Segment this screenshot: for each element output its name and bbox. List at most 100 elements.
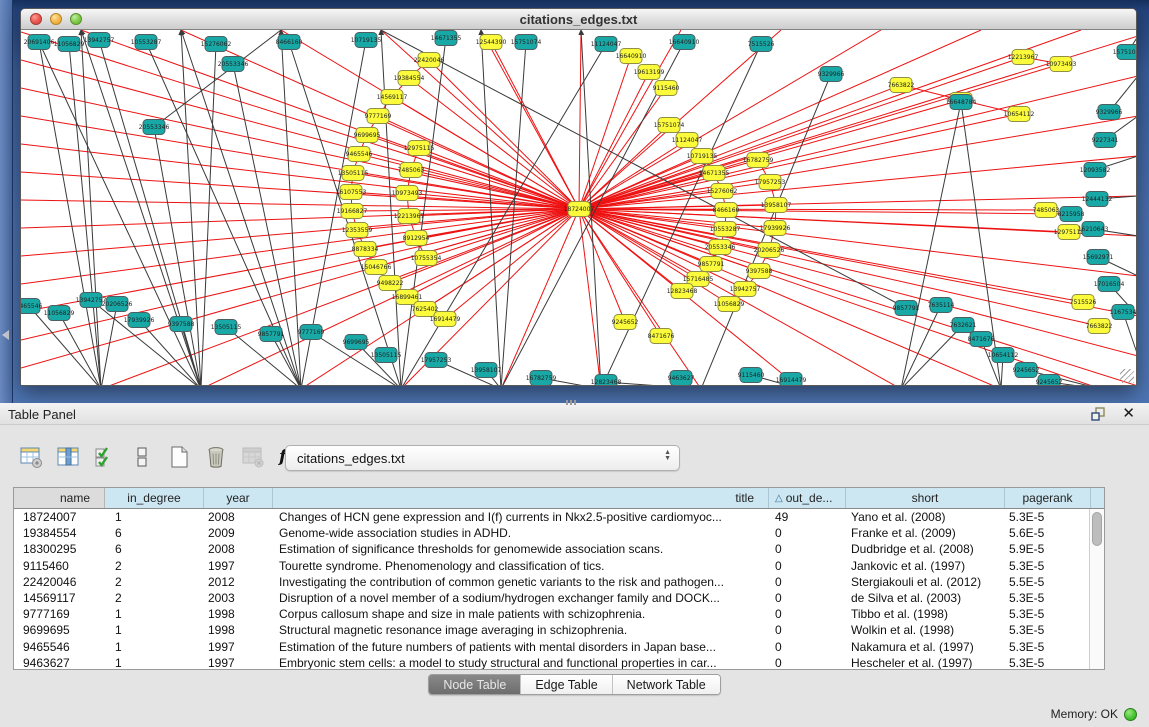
graph-node[interactable]: 9777169 [298,325,325,340]
table-cell[interactable]: 5.3E-5 [1005,558,1091,574]
graph-node[interactable]: 16210643 [1078,222,1109,237]
graph-node[interactable]: 1167534 [1110,305,1137,320]
graph-node[interactable]: 17957253 [421,353,452,368]
table-cell[interactable]: 1998 [204,606,273,622]
table-cell[interactable]: de Silva et al. (2003) [846,590,1005,606]
graph-node[interactable]: 9245652 [1036,375,1063,387]
graph-node[interactable]: 14671355 [431,31,462,46]
table-row[interactable]: 1830029562008Estimation of significance … [14,541,1104,557]
table-mode-icon[interactable] [16,442,46,472]
table-cell[interactable]: Yano et al. (2008) [846,509,1005,525]
graph-node[interactable]: 9857791 [258,327,285,342]
graph-node[interactable]: 10553287 [131,35,162,50]
delete-icon[interactable] [201,442,231,472]
table-cell[interactable]: 1998 [204,622,273,638]
table-cell[interactable]: 9465546 [14,639,105,655]
graph-node[interactable]: 16640910 [669,35,700,50]
table-cell[interactable]: Wolkin et al. (1998) [846,622,1005,638]
table-cell[interactable]: Genome-wide association studies in ADHD. [273,525,769,541]
graph-node[interactable]: 18724007 [564,202,595,217]
table-row[interactable]: 1456911722003Disruption of a novel membe… [14,590,1104,606]
graph-node[interactable]: 14569117 [377,90,408,105]
table-cell[interactable]: Franke et al. (2009) [846,525,1005,541]
table-cell[interactable]: 2003 [204,590,273,606]
table-cell[interactable]: 9699695 [14,622,105,638]
graph-node[interactable]: 9115460 [653,81,680,96]
table-cell[interactable]: 0 [769,606,846,622]
graph-node[interactable]: 12093582 [1080,163,1111,178]
table-cell[interactable]: 5.3E-5 [1005,655,1091,670]
graph-node[interactable]: 9498222 [377,276,404,291]
table-cell[interactable]: Tibbo et al. (1998) [846,606,1005,622]
table-cell[interactable]: 1 [105,606,204,622]
table-cell[interactable]: 6 [105,525,204,541]
table-cell[interactable]: Dudbridge et al. (2008) [846,541,1005,557]
column-header-short[interactable]: short [846,488,1005,508]
table-cell[interactable]: 0 [769,639,846,655]
graph-node[interactable]: 9245652 [1013,363,1040,378]
table-cell[interactable]: Estimation of significance thresholds fo… [273,541,769,557]
graph-node[interactable]: 15751074 [511,35,542,50]
graph-node[interactable]: 9397588 [168,317,195,332]
table-cell[interactable]: 0 [769,541,846,557]
graph-node[interactable]: 13505115 [338,166,369,181]
graph-node[interactable]: 13505115 [371,348,402,363]
table-cell[interactable]: 1997 [204,639,273,655]
table-cell[interactable]: 6 [105,541,204,557]
graph-node[interactable]: 15751074 [1113,45,1137,60]
graph-node[interactable]: 9245652 [612,315,639,330]
graph-node[interactable]: 20553346 [139,120,170,135]
table-cell[interactable]: 1997 [204,655,273,670]
graph-node[interactable]: 12544390 [476,35,507,50]
graph-node[interactable]: 15276062 [201,37,232,52]
graph-node[interactable]: 16782759 [526,371,557,386]
table-cell[interactable]: 0 [769,622,846,638]
graph-node[interactable]: 12823468 [591,375,622,387]
graph-node[interactable]: 11124047 [591,37,622,52]
column-header-title[interactable]: title [273,488,769,508]
graph-node[interactable]: 22420046 [414,53,445,68]
graph-node[interactable]: 15751074 [654,118,685,133]
graph-node[interactable]: 9857791 [698,257,725,272]
table-cell[interactable]: 5.5E-5 [1005,574,1091,590]
table-cell[interactable]: 18300295 [14,541,105,557]
table-cell[interactable]: Corpus callosum shape and size in male p… [273,606,769,622]
graph-node[interactable]: 8912954 [403,231,430,246]
graph-node[interactable]: 10719135 [351,33,382,48]
graph-node[interactable]: 11124047 [672,133,703,148]
table-cell[interactable]: Nakamura et al. (1997) [846,639,1005,655]
table-scrollbar-thumb[interactable] [1092,512,1102,546]
graph-node[interactable]: 12823468 [667,284,698,299]
graph-node[interactable]: 15046766 [361,260,392,275]
column-header-in_degree[interactable]: in_degree [105,488,204,508]
table-cell[interactable]: Stergiakouli et al. (2012) [846,574,1005,590]
table-cell[interactable]: 9463627 [14,655,105,670]
network-canvas[interactable]: 1872400722420046193845541456911797771699… [21,30,1137,386]
graph-node[interactable]: 9463627 [668,371,695,386]
graph-node[interactable]: 12353559 [342,223,373,238]
graph-node[interactable]: 7632621 [950,318,977,333]
graph-node[interactable]: 7515526 [748,37,775,52]
show-columns-icon[interactable] [53,442,83,472]
graph-node[interactable]: 7515526 [1070,295,1097,310]
table-cell[interactable]: 5.6E-5 [1005,525,1091,541]
graph-node[interactable]: 9465546 [346,147,373,162]
table-row[interactable]: 911546021997Tourette syndrome. Phenomeno… [14,558,1104,574]
graph-node[interactable]: 12975115 [404,141,435,156]
graph-node[interactable]: 10553287 [710,222,741,237]
graph-node[interactable]: 13505115 [211,320,242,335]
table-cell[interactable]: 5.3E-5 [1005,509,1091,525]
table-cell[interactable]: 1997 [204,558,273,574]
table-cell[interactable]: 2 [105,590,204,606]
table-cell[interactable]: 14569117 [14,590,105,606]
table-cell[interactable]: 9115460 [14,558,105,574]
table-cell[interactable]: 9777169 [14,606,105,622]
table-cell[interactable]: Investigating the contribution of common… [273,574,769,590]
graph-node[interactable]: 13958107 [471,363,502,378]
graph-node[interactable]: 15276062 [707,184,738,199]
graph-node[interactable]: 7635114 [928,298,955,313]
graph-node[interactable]: 11056829 [54,37,85,52]
collapse-panel-arrow-icon[interactable] [2,330,9,340]
table-cell[interactable]: 1 [105,622,204,638]
table-cell[interactable]: Tourette syndrome. Phenomenology and cla… [273,558,769,574]
